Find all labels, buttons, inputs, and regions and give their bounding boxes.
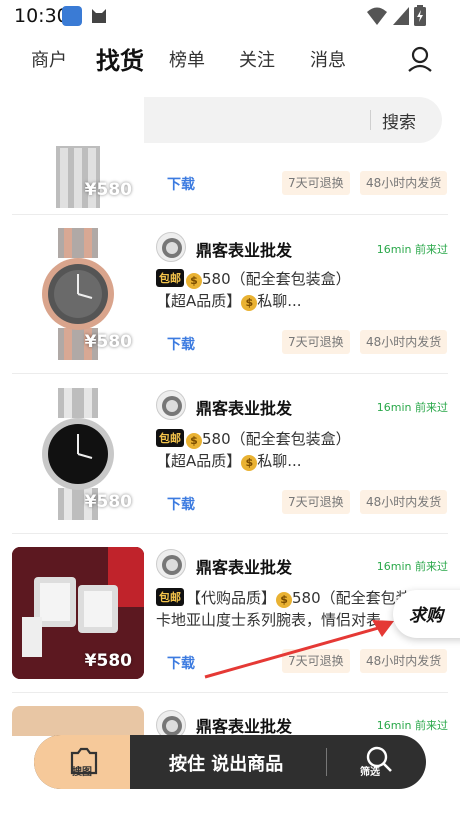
wifi-icon [367, 7, 387, 25]
battery-icon [414, 5, 426, 26]
tab-merchants[interactable]: 商户 [31, 46, 67, 72]
visit-time: 16min 前来过 [376, 719, 448, 732]
free-shipping-badge: 包邮 [156, 269, 184, 287]
download-link[interactable]: 下载 [167, 334, 195, 354]
seller-name[interactable]: 鼎客表业批发 [196, 237, 292, 261]
shipping-tag: 48小时内发货 [360, 171, 448, 195]
product-description-line: 【超A品质】 $ 私聊... [156, 450, 302, 471]
product-card[interactable]: ¥580 鼎客表业批发 16min 前来过 包邮 $580（配全套包装盒） 【超A… [12, 228, 448, 360]
quality-label: 【超A品质】 [156, 292, 242, 310]
seller-name[interactable]: 鼎客表业批发 [196, 554, 292, 578]
product-card[interactable]: ¥580 鼎客表业批发 16min 前来过 包邮 $580（配全套包装盒） 【超A… [12, 388, 448, 520]
visit-time: 16min 前来过 [376, 401, 448, 414]
status-time: 10:30 [14, 5, 69, 27]
card-divider [12, 533, 448, 534]
return-policy-tag: 7天可退换 [282, 330, 350, 354]
product-card[interactable]: 鼎客表业批发 16min 前来过 [12, 706, 448, 736]
voice-search-button[interactable]: 按住 说出商品 [169, 750, 283, 776]
card-divider [12, 692, 448, 693]
description-text: 私聊... [257, 452, 302, 470]
search-divider [370, 110, 371, 130]
return-policy-tag: 7天可退换 [282, 490, 350, 514]
signal-icon [393, 7, 409, 25]
card-divider [12, 214, 448, 215]
download-link[interactable]: 下载 [167, 174, 195, 194]
status-bar: 10:30 [0, 0, 460, 32]
coin-icon: $ [186, 433, 202, 449]
return-policy-tag: 7天可退换 [282, 171, 350, 195]
shipping-tag: 48小时内发货 [360, 330, 448, 354]
tab-find-goods[interactable]: 找货 [96, 41, 144, 76]
product-thumbnail[interactable]: ¥580 [12, 547, 144, 679]
product-description-line: 包邮 $580（配全套包装盒） [156, 268, 351, 289]
product-thumbnail[interactable]: ¥580 [12, 388, 144, 520]
visit-time: 16min 前来过 [376, 243, 448, 256]
profile-icon[interactable] [406, 45, 434, 73]
product-card[interactable]: ¥580 下载 7天可退换 48小时内发货 [12, 76, 448, 208]
free-shipping-badge: 包邮 [156, 429, 184, 447]
product-thumbnail[interactable] [12, 706, 144, 736]
tab-following[interactable]: 关注 [239, 46, 275, 72]
cat-notification-icon [92, 9, 106, 23]
photo-search-label: 搜图 [72, 767, 92, 778]
request-purchase-label: 求购 [409, 606, 443, 626]
free-shipping-badge: 包邮 [156, 588, 184, 606]
photo-search-button[interactable]: 搜图 [34, 735, 130, 789]
seller-avatar[interactable] [156, 232, 186, 262]
coin-icon: $ [241, 455, 258, 471]
bar-divider [326, 748, 327, 776]
product-price: ¥580 [84, 651, 132, 671]
tab-rankings[interactable]: 榜单 [169, 46, 205, 72]
seller-avatar[interactable] [156, 390, 186, 420]
search-button[interactable]: 搜索 [382, 108, 416, 133]
download-link[interactable]: 下载 [167, 494, 195, 514]
tab-messages[interactable]: 消息 [310, 46, 346, 72]
seller-avatar[interactable] [156, 549, 186, 579]
download-link[interactable]: 下载 [167, 653, 195, 673]
coin-icon: $ [241, 295, 258, 311]
request-purchase-button[interactable]: 求购 [393, 590, 460, 638]
description-text: 580（配全套包装盒） [202, 270, 351, 288]
seller-avatar[interactable] [156, 710, 186, 736]
card-divider [12, 373, 448, 374]
product-thumbnail[interactable]: ¥580 [12, 76, 144, 208]
product-description-line: 包邮 $580（配全套包装盒） [156, 428, 351, 449]
shipping-tag: 48小时内发货 [360, 490, 448, 514]
product-price: ¥580 [84, 332, 132, 352]
description-text: 私聊... [257, 292, 302, 310]
seller-name[interactable]: 鼎客表业批发 [196, 713, 292, 736]
annotation-arrow [204, 620, 394, 679]
app-notification-icon [62, 6, 82, 26]
product-thumbnail[interactable]: ¥580 [12, 228, 144, 360]
filter-label: 筛选 [360, 767, 380, 778]
seller-name[interactable]: 鼎客表业批发 [196, 395, 292, 419]
quality-label: 【超A品质】 [156, 452, 242, 470]
bottom-action-bar: 搜图 按住 说出商品 筛选 [34, 735, 426, 789]
product-price: ¥580 [84, 180, 132, 200]
description-text: 580（配全套包装盒） [202, 430, 351, 448]
visit-time: 16min 前来过 [376, 560, 448, 573]
product-description-line: 【超A品质】 $ 私聊... [156, 290, 302, 311]
coin-icon: $ [186, 273, 202, 289]
product-price: ¥580 [84, 492, 132, 512]
